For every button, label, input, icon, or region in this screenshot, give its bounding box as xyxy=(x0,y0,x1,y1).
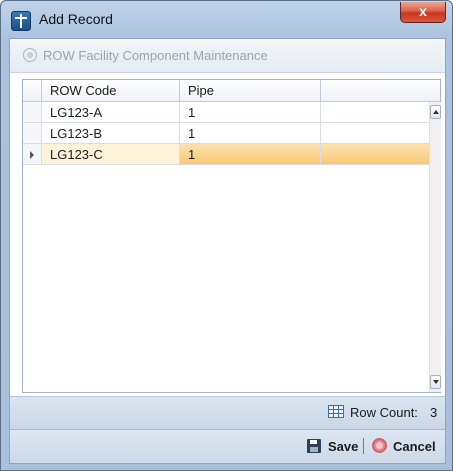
row-count-label: Row Count: xyxy=(350,405,418,420)
window-title: Add Record xyxy=(39,11,113,27)
floppy-disk-icon[interactable] xyxy=(307,439,321,453)
cell-empty xyxy=(321,144,430,165)
cell-row-code[interactable]: LG123-B xyxy=(42,123,180,144)
cell-pipe[interactable]: 1 xyxy=(180,144,321,165)
row-count-value: 3 xyxy=(430,405,438,420)
cell-row-code[interactable]: LG123-A xyxy=(42,102,180,123)
table-row[interactable]: LG123-B 1 xyxy=(23,123,430,144)
row-selector[interactable] xyxy=(23,123,42,144)
close-icon: x xyxy=(419,3,427,19)
app-record-icon xyxy=(11,11,31,31)
cell-empty xyxy=(321,102,430,123)
column-header-empty xyxy=(321,80,440,102)
action-bar: Save Cancel xyxy=(10,430,445,463)
scroll-down-button[interactable] xyxy=(430,375,441,389)
grid-table-icon xyxy=(328,405,344,418)
scroll-up-button[interactable] xyxy=(430,105,441,119)
cancel-circle-icon[interactable] xyxy=(372,438,387,453)
cell-row-code[interactable]: LG123-C xyxy=(42,144,180,165)
close-button[interactable]: x xyxy=(400,2,446,23)
cell-pipe[interactable]: 1 xyxy=(180,102,321,123)
current-row-arrow-icon xyxy=(30,151,34,159)
table-row[interactable]: LG123-A 1 xyxy=(23,102,430,123)
group-title: ROW Facility Component Maintenance xyxy=(43,48,268,63)
cell-pipe[interactable]: 1 xyxy=(180,123,321,144)
records-grid: ROW Code Pipe LG123-A 1 LG123-B 1 LG123-… xyxy=(22,79,441,393)
cancel-button[interactable]: Cancel xyxy=(393,439,436,454)
add-record-dialog: Add Record x ROW Facility Component Main… xyxy=(0,0,453,471)
row-selector-header xyxy=(23,80,42,102)
save-button[interactable]: Save xyxy=(328,439,358,454)
row-count-bar: Row Count: 3 xyxy=(10,396,445,430)
row-selector[interactable] xyxy=(23,144,42,165)
dialog-body: ROW Facility Component Maintenance ROW C… xyxy=(9,38,446,464)
table-row-selected[interactable]: LG123-C 1 xyxy=(23,144,430,165)
column-header-row-code[interactable]: ROW Code xyxy=(42,80,180,102)
group-header: ROW Facility Component Maintenance xyxy=(10,39,445,73)
cell-empty xyxy=(321,123,430,144)
vertical-scrollbar[interactable] xyxy=(429,102,441,392)
title-bar[interactable]: Add Record x xyxy=(1,1,452,37)
row-selector[interactable] xyxy=(23,102,42,123)
radio-circle-icon xyxy=(23,48,37,62)
column-header-pipe[interactable]: Pipe xyxy=(180,80,321,102)
separator xyxy=(363,438,364,454)
